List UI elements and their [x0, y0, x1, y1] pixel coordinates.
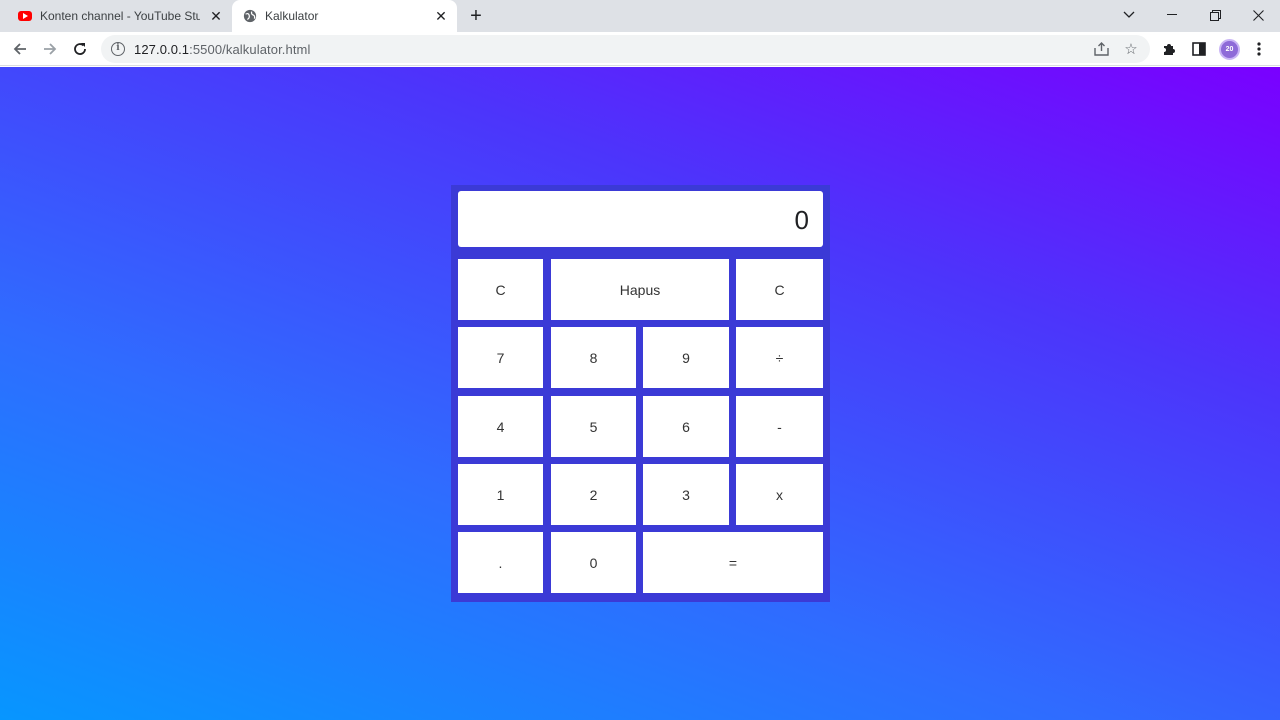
tab-title: Kalkulator: [265, 9, 319, 23]
digit-7-button[interactable]: 7: [458, 327, 543, 388]
digit-1-button[interactable]: 1: [458, 464, 543, 525]
info-icon[interactable]: i: [111, 42, 125, 56]
calculator-display: 0: [458, 191, 823, 247]
close-icon[interactable]: ✕: [208, 8, 224, 24]
digit-3-button[interactable]: 3: [643, 464, 729, 525]
digit-2-button[interactable]: 2: [551, 464, 636, 525]
url-host: 127.0.0.1: [134, 42, 190, 57]
browser-toolbar: i 127.0.0.1:5500/kalkulator.html ☆ 20: [0, 32, 1280, 66]
restore-button[interactable]: [1193, 0, 1237, 30]
equals-button[interactable]: =: [643, 532, 823, 593]
tab-title: Konten channel - YouTube Studio: [40, 9, 200, 23]
share-icon[interactable]: [1092, 40, 1110, 58]
globe-icon: [243, 9, 257, 23]
address-bar[interactable]: i 127.0.0.1:5500/kalkulator.html ☆: [101, 35, 1150, 63]
close-icon[interactable]: ✕: [433, 8, 449, 24]
youtube-icon: [18, 11, 32, 21]
tab-kalkulator[interactable]: Kalkulator ✕: [232, 0, 457, 32]
reload-button[interactable]: [68, 37, 92, 61]
digit-9-button[interactable]: 9: [643, 327, 729, 388]
multiply-button[interactable]: x: [736, 464, 823, 525]
forward-button[interactable]: [38, 37, 62, 61]
digit-8-button[interactable]: 8: [551, 327, 636, 388]
tab-search-chevron-icon[interactable]: [1107, 0, 1151, 30]
minimize-button[interactable]: [1150, 0, 1194, 30]
profile-avatar[interactable]: 20: [1219, 39, 1240, 60]
tab-youtube-studio[interactable]: Konten channel - YouTube Studio ✕: [8, 0, 232, 32]
digit-4-button[interactable]: 4: [458, 396, 543, 457]
divide-button[interactable]: ÷: [736, 327, 823, 388]
url-text[interactable]: 127.0.0.1:5500/kalkulator.html: [134, 42, 310, 57]
delete-button[interactable]: Hapus: [551, 259, 729, 320]
page-background: 0 C Hapus C 7 8 9 ÷ 4 5 6 - 1 2 3 x . 0 …: [0, 67, 1280, 720]
new-tab-button[interactable]: +: [466, 6, 486, 26]
decimal-point-button[interactable]: .: [458, 532, 543, 593]
digit-6-button[interactable]: 6: [643, 396, 729, 457]
url-path: :5500/kalkulator.html: [189, 42, 311, 57]
side-panel-icon[interactable]: [1189, 39, 1209, 59]
digit-0-button[interactable]: 0: [551, 532, 636, 593]
calculator: 0 C Hapus C 7 8 9 ÷ 4 5 6 - 1 2 3 x . 0 …: [451, 185, 830, 602]
clear-button-left[interactable]: C: [458, 259, 543, 320]
minus-button[interactable]: -: [736, 396, 823, 457]
menu-kebab-icon[interactable]: [1249, 39, 1269, 59]
back-button[interactable]: [8, 37, 32, 61]
close-window-button[interactable]: [1236, 0, 1280, 30]
tab-strip: Konten channel - YouTube Studio ✕ Kalkul…: [0, 0, 1280, 32]
extensions-puzzle-icon[interactable]: [1159, 39, 1179, 59]
digit-5-button[interactable]: 5: [551, 396, 636, 457]
clear-button-right[interactable]: C: [736, 259, 823, 320]
bookmark-star-icon[interactable]: ☆: [1122, 40, 1140, 58]
